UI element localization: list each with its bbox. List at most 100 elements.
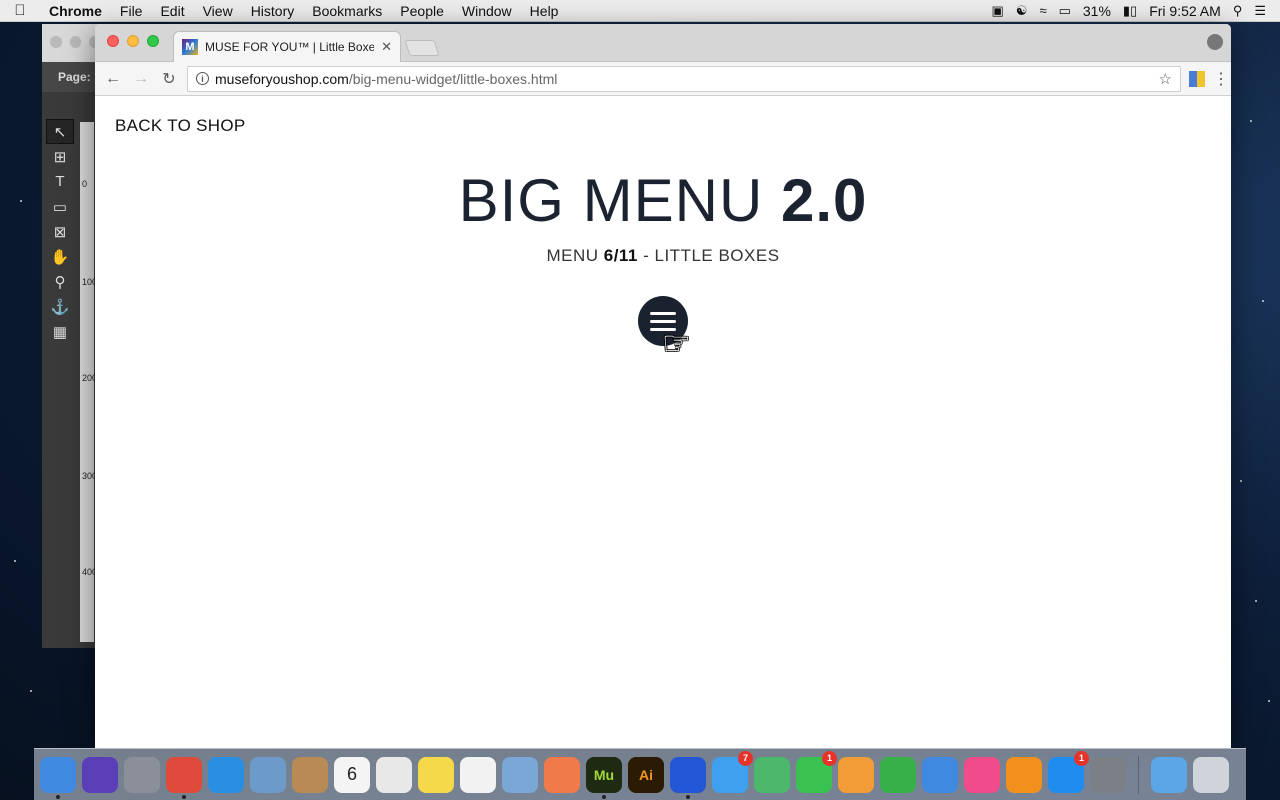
camera-icon[interactable]: ▣ (991, 3, 1003, 19)
bookmark-star-icon[interactable]: ☆ (1159, 70, 1172, 88)
web-page: BACK TO SHOP BIG MENU 2.0 MENU 6/11 - LI… (95, 96, 1231, 748)
muse-page-label: Page: (42, 62, 101, 92)
dock-calendar-icon[interactable]: 6 (334, 756, 370, 793)
browser-menu-icon[interactable]: ⋮ (1213, 69, 1229, 89)
spotlight-icon[interactable]: ⚲ (1233, 3, 1243, 19)
menu-app-name[interactable]: Chrome (40, 3, 111, 19)
dock-facetime-icon[interactable]: 1 (796, 750, 837, 793)
dock-reminders-icon[interactable] (460, 756, 496, 793)
url-text: museforyoushop.com/big-menu-widget/littl… (215, 71, 557, 87)
dock-textedit-icon[interactable] (376, 756, 412, 793)
battery-icon[interactable]: ▮▯ (1123, 3, 1137, 19)
back-arrow-icon[interactable]: ← (103, 70, 123, 88)
dock-atom-icon[interactable] (754, 756, 790, 793)
menu-bookmarks[interactable]: Bookmarks (303, 3, 391, 19)
zoom-window-button[interactable] (147, 35, 159, 47)
dock-notes-icon[interactable] (418, 756, 454, 793)
menu-view[interactable]: View (194, 3, 242, 19)
ruler-label: 100 (82, 277, 98, 287)
site-info-icon[interactable]: i (196, 72, 209, 85)
forward-arrow-icon[interactable]: → (131, 70, 151, 88)
dock-downloads-icon[interactable] (1151, 756, 1187, 793)
reload-icon[interactable]: ↻ (159, 69, 179, 89)
menu-people[interactable]: People (391, 3, 453, 19)
dock-icon-label: 6 (346, 764, 357, 784)
hand-tool-icon[interactable]: ✋ (46, 244, 74, 269)
page-subtitle: MENU 6/11 - LITTLE BOXES (95, 246, 1231, 266)
dock-pages-icon[interactable] (838, 756, 874, 793)
muse-close-button[interactable] (50, 36, 62, 48)
tab-strip: M MUSE FOR YOU™ | Little Boxes ✕ (95, 24, 1231, 62)
vertical-ruler: 0 100 200 300 400 (80, 122, 98, 642)
muse-minimize-button[interactable] (69, 36, 82, 48)
notification-center-icon[interactable]: ☰ (1254, 3, 1266, 19)
profile-icon[interactable] (1207, 34, 1223, 50)
title-bold: 2.0 (780, 167, 868, 234)
address-bar[interactable]: i museforyoushop.com/big-menu-widget/lit… (187, 65, 1181, 92)
dock-system-preferences-icon[interactable] (1090, 756, 1126, 793)
dock-numbers-icon[interactable] (880, 756, 916, 793)
anchor-tool-icon[interactable]: ⚓ (46, 294, 74, 319)
dock-app-store-icon[interactable]: 1 (1048, 750, 1089, 793)
tab-active[interactable]: M MUSE FOR YOU™ | Little Boxes ✕ (173, 31, 401, 62)
menu-history[interactable]: History (242, 3, 304, 19)
dock-finder-icon[interactable] (40, 756, 76, 799)
dock-launchpad-icon[interactable] (124, 756, 160, 793)
new-tab-button[interactable] (404, 40, 440, 56)
close-window-button[interactable] (107, 35, 119, 47)
dock-photos-icon[interactable] (544, 756, 580, 793)
text-tool-icon[interactable]: T (46, 169, 74, 194)
running-indicator (602, 794, 606, 799)
page-title: BIG MENU 2.0 (95, 166, 1231, 235)
menu-bar-line (650, 311, 676, 315)
dock-screenflow-icon[interactable] (670, 756, 706, 799)
crop-tool-icon[interactable]: ⊞ (46, 144, 74, 169)
zoom-tool-icon[interactable]: ⚲ (46, 269, 74, 294)
clock[interactable]: Fri 9:52 AM (1149, 3, 1221, 19)
dock-separator (1138, 755, 1139, 794)
dock-illustrator-icon[interactable]: Ai (628, 756, 664, 793)
menu-file[interactable]: File (111, 3, 152, 19)
browser-toolbar: ← → ↻ i museforyoushop.com/big-menu-widg… (95, 62, 1231, 96)
dock-keynote-icon[interactable] (922, 756, 958, 793)
wifi-icon[interactable]: ≈ (1039, 3, 1046, 18)
url-path: /big-menu-widget/little-boxes.html (348, 70, 558, 87)
ruler-label: 0 (82, 179, 88, 189)
subtitle-prefix: MENU (546, 246, 604, 265)
frame-tool-icon[interactable]: ⊠ (46, 219, 74, 244)
dock-preview-icon[interactable] (250, 756, 286, 793)
dock-chrome-icon[interactable] (166, 756, 202, 799)
menu-edit[interactable]: Edit (151, 3, 193, 19)
rectangle-tool-icon[interactable]: ▭ (46, 194, 74, 219)
tab-title: MUSE FOR YOU™ | Little Boxes (205, 40, 375, 54)
dock-itunes-icon[interactable] (964, 756, 1000, 793)
menu-help[interactable]: Help (521, 3, 568, 19)
dock-trash-icon[interactable] (1193, 756, 1229, 793)
selection-tool-icon[interactable]: ↖ (46, 119, 74, 144)
minimize-window-button[interactable] (127, 35, 139, 47)
menu-window[interactable]: Window (453, 3, 521, 19)
dock-muse-icon[interactable]: Mu (586, 756, 622, 799)
running-indicator (686, 794, 690, 799)
dock-ibooks-icon[interactable] (1006, 756, 1042, 793)
window-controls (107, 35, 159, 47)
status-area: ▣ ☯ ≈ ▭ 31% ▮▯ Fri 9:52 AM ⚲ ☰ (991, 3, 1280, 19)
tab-close-icon[interactable]: ✕ (381, 39, 392, 55)
text-frame-tool-icon[interactable]: ▦ (46, 319, 74, 344)
notification-badge: 1 (822, 750, 837, 766)
notification-badge: 7 (738, 750, 753, 766)
title-light: BIG MENU (458, 167, 781, 234)
back-to-shop-link[interactable]: BACK TO SHOP (115, 116, 246, 136)
dock-safari-icon[interactable] (208, 756, 244, 793)
dock-siri-icon[interactable] (82, 756, 118, 793)
muse-window: Page: ↖ ⊞ T ▭ ⊠ ✋ ⚲ ⚓ ▦ 0 100 200 300 40… (42, 24, 102, 648)
airplay-icon[interactable]: ▭ (1059, 3, 1071, 19)
extension-icon[interactable] (1189, 70, 1205, 87)
apple-menu-icon[interactable]:  (0, 2, 40, 19)
dock-preview2-icon[interactable] (502, 756, 538, 793)
dock-contacts-icon[interactable] (292, 756, 328, 793)
dock-messages-icon[interactable]: 7 (712, 750, 753, 793)
dock-icon-label: Ai (639, 766, 653, 783)
favicon-icon: M (182, 39, 198, 55)
creative-cloud-icon[interactable]: ☯ (1016, 3, 1028, 19)
